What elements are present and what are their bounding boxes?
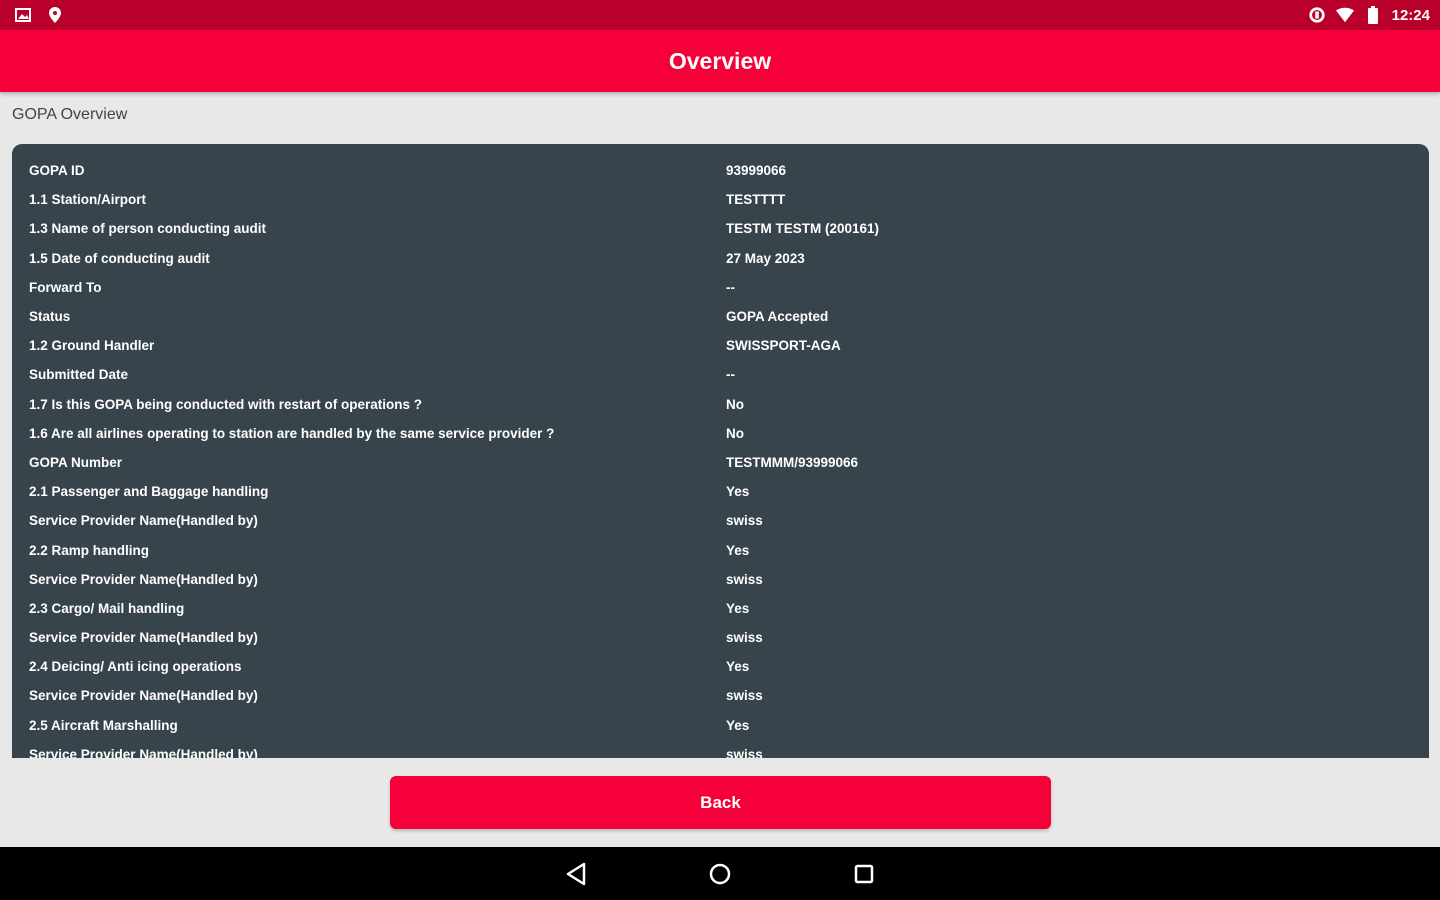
status-bar: 12:24 <box>0 0 1440 30</box>
detail-label: GOPA ID <box>29 163 85 179</box>
detail-label: Service Provider Name(Handled by) <box>29 513 258 529</box>
detail-label: 2.2 Ramp handling <box>29 542 150 558</box>
detail-label: 2.1 Passenger and Baggage handling <box>29 484 269 500</box>
detail-row: 2.1 Passenger and Baggage handling Yes <box>12 477 1429 506</box>
recents-square-icon[interactable] <box>847 857 881 891</box>
detail-label: 1.1 Station/Airport <box>29 192 147 208</box>
detail-row: Service Provider Name(Handled by) swiss <box>12 506 1429 535</box>
detail-row: Service Provider Name(Handled by) swiss <box>12 681 1429 710</box>
detail-row: 1.7 Is this GOPA being conducted with re… <box>12 390 1429 419</box>
wifi-icon <box>1335 6 1354 24</box>
overview-details-card[interactable]: GOPA ID 93999066 1.1 Station/Airport TESTTT… <box>12 144 1429 758</box>
detail-label: Service Provider Name(Handled by) <box>29 571 258 587</box>
detail-row: Submitted Date -- <box>12 360 1429 389</box>
detail-row: 1.2 Ground Handler SWISSPORT-AGA <box>12 331 1429 360</box>
clock-time: 12:24 <box>1391 6 1430 24</box>
detail-value: GOPA Accepted <box>726 309 829 325</box>
detail-value: No <box>726 396 744 412</box>
detail-label: 2.4 Deicing/ Anti icing operations <box>29 659 242 675</box>
image-notification-icon <box>14 6 32 24</box>
detail-row: 2.2 Ramp handling Yes <box>12 535 1429 564</box>
detail-value: TESTMMM/93999066 <box>726 454 859 470</box>
detail-value: -- <box>726 367 735 383</box>
detail-value: swiss <box>726 688 763 704</box>
detail-label: 1.6 Are all airlines operating to statio… <box>29 425 555 441</box>
detail-row: 1.6 Are all airlines operating to statio… <box>12 419 1429 448</box>
detail-row: 2.4 Deicing/ Anti icing operations Yes <box>12 652 1429 681</box>
detail-value: Yes <box>726 600 750 616</box>
detail-label: 2.3 Cargo/ Mail handling <box>29 600 185 616</box>
back-triangle-icon[interactable] <box>559 857 593 891</box>
system-nav-bar <box>0 847 1440 900</box>
detail-label: Status <box>29 309 71 325</box>
detail-row: Forward To -- <box>12 273 1429 302</box>
detail-value: 27 May 2023 <box>726 250 805 266</box>
detail-row: Service Provider Name(Handled by) swiss <box>12 565 1429 594</box>
detail-label: Service Provider Name(Handled by) <box>29 688 258 704</box>
detail-value: swiss <box>726 746 763 758</box>
detail-label: 1.5 Date of conducting audit <box>29 250 210 266</box>
detail-value: Yes <box>726 542 750 558</box>
detail-value: TESTTTT <box>726 192 786 208</box>
detail-value: Yes <box>726 717 750 733</box>
detail-row: 2.3 Cargo/ Mail handling Yes <box>12 594 1429 623</box>
location-pin-icon <box>46 6 64 24</box>
detail-value: swiss <box>726 513 763 529</box>
detail-label: 1.2 Ground Handler <box>29 338 155 354</box>
detail-row: Status GOPA Accepted <box>12 302 1429 331</box>
detail-row: GOPA Number TESTMMM/93999066 <box>12 448 1429 477</box>
detail-row: Service Provider Name(Handled by) swiss <box>12 623 1429 652</box>
detail-label: Service Provider Name(Handled by) <box>29 630 258 646</box>
battery-icon <box>1364 6 1382 24</box>
detail-value: swiss <box>726 571 763 587</box>
detail-label: 2.5 Aircraft Marshalling <box>29 717 178 733</box>
detail-value: 93999066 <box>726 163 787 179</box>
detail-value: Yes <box>726 484 750 500</box>
detail-row: Service Provider Name(Handled by) swiss <box>12 740 1429 758</box>
detail-value: SWISSPORT-AGA <box>726 338 841 354</box>
data-saver-icon <box>1308 6 1326 24</box>
detail-value: -- <box>726 279 735 295</box>
details-list: GOPA ID 93999066 1.1 Station/Airport TESTTT… <box>12 156 1429 758</box>
detail-label: 1.7 Is this GOPA being conducted with re… <box>29 396 423 412</box>
detail-row: 2.5 Aircraft Marshalling Yes <box>12 711 1429 740</box>
section-title: GOPA Overview <box>12 106 128 123</box>
detail-label: GOPA Number <box>29 454 123 470</box>
detail-label: Submitted Date <box>29 367 129 383</box>
detail-value: TESTM TESTM (200161) <box>726 221 880 237</box>
detail-value: Yes <box>726 659 750 675</box>
detail-row: 1.5 Date of conducting audit 27 May 2023 <box>12 244 1429 273</box>
page-title: Overview <box>668 47 772 74</box>
detail-label: Service Provider Name(Handled by) <box>29 746 258 758</box>
detail-row: GOPA ID 93999066 <box>12 156 1429 185</box>
detail-row: 1.1 Station/Airport TESTTTT <box>12 185 1429 214</box>
detail-value: swiss <box>726 630 763 646</box>
detail-label: 1.3 Name of person conducting audit <box>29 221 267 237</box>
detail-label: Forward To <box>29 279 102 295</box>
detail-row: 1.3 Name of person conducting audit TESTM… <box>12 214 1429 243</box>
detail-value: No <box>726 425 744 441</box>
home-circle-icon[interactable] <box>703 857 737 891</box>
back-button[interactable]: Back <box>390 776 1051 829</box>
app-bar: Overview <box>0 30 1440 92</box>
